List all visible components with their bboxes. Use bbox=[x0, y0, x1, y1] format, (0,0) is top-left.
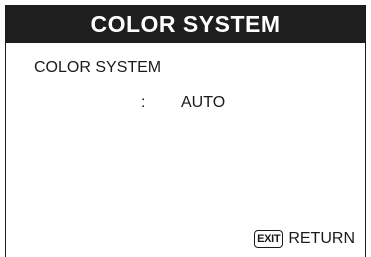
color-system-value[interactable]: AUTO bbox=[181, 95, 225, 111]
color-system-menu: COLOR SYSTEM COLOR SYSTEM : AUTO EXIT RE… bbox=[5, 5, 366, 257]
color-system-setting[interactable]: : AUTO bbox=[141, 95, 225, 111]
exit-return-hint[interactable]: EXIT RETURN bbox=[254, 230, 355, 248]
value-separator: : bbox=[141, 94, 146, 111]
menu-title-bar: COLOR SYSTEM bbox=[6, 5, 365, 43]
menu-title: COLOR SYSTEM bbox=[90, 10, 281, 37]
exit-key-icon[interactable]: EXIT bbox=[254, 230, 284, 248]
color-system-label: COLOR SYSTEM bbox=[34, 59, 162, 76]
return-label: RETURN bbox=[288, 230, 355, 247]
